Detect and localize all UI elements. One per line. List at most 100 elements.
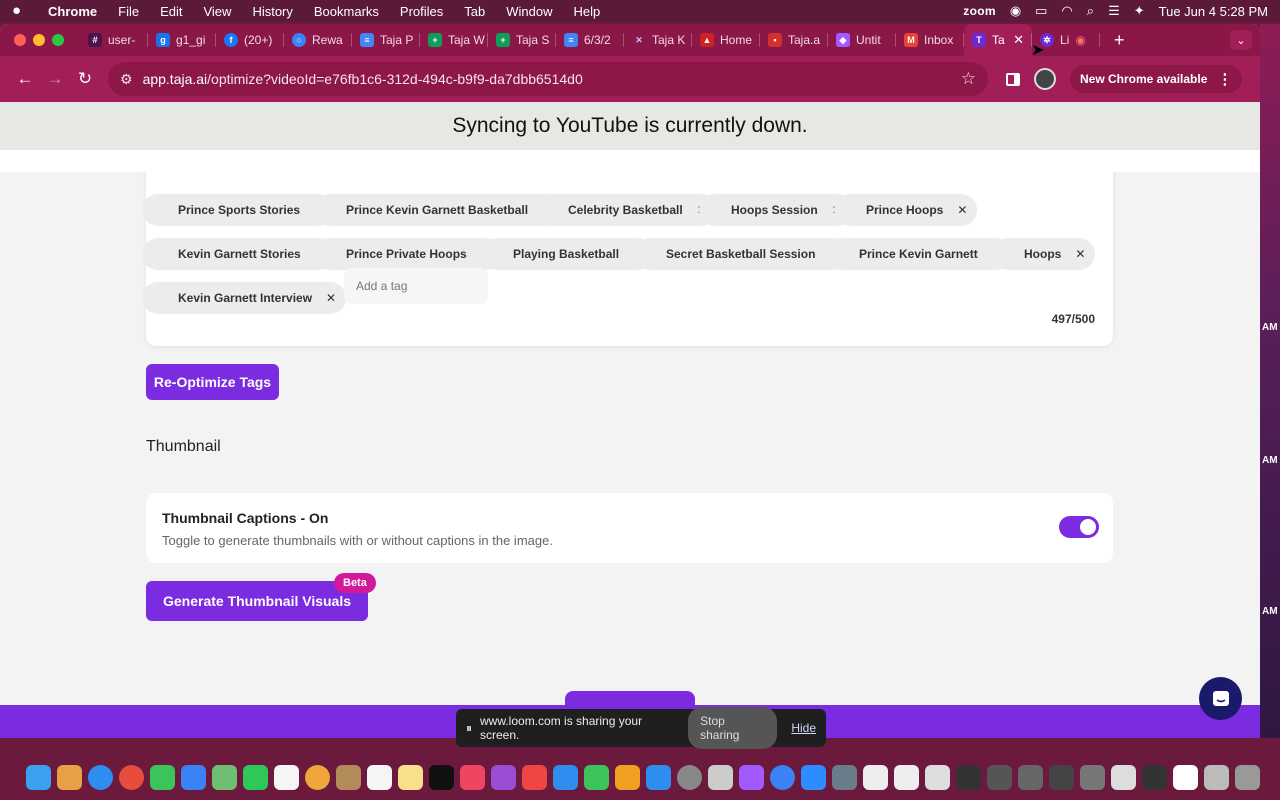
zoom-app-icon[interactable]: [801, 764, 826, 790]
tab-taja-sheet-s[interactable]: + Taja S: [488, 24, 556, 56]
menu-view[interactable]: View: [203, 4, 231, 19]
chrome-icon[interactable]: [119, 764, 144, 790]
podcasts-icon[interactable]: [491, 764, 516, 790]
trash-icon[interactable]: [1235, 764, 1260, 790]
document-icon[interactable]: [925, 764, 950, 790]
notes-icon[interactable]: [398, 764, 423, 790]
document-icon[interactable]: [863, 764, 888, 790]
spotlight-search-icon[interactable]: ⌕: [1087, 3, 1094, 19]
remove-tag-icon[interactable]: ✕: [957, 203, 967, 217]
loom-icon[interactable]: [770, 764, 795, 790]
screenshot-icon[interactable]: [1049, 764, 1074, 790]
tab-taja-a[interactable]: ▪ Taja.a: [760, 24, 828, 56]
siri-icon[interactable]: ✦: [1134, 3, 1145, 19]
tab-taja-active[interactable]: T Ta ✕: [964, 24, 1032, 56]
numbers-icon[interactable]: [584, 764, 609, 790]
figma-icon[interactable]: [739, 764, 764, 790]
menubar-clock[interactable]: Tue Jun 4 5:28 PM: [1159, 4, 1268, 19]
new-tab-button[interactable]: +: [1114, 30, 1125, 51]
side-panel-icon[interactable]: [1006, 72, 1020, 86]
safari-icon[interactable]: [88, 764, 113, 790]
news-icon[interactable]: [522, 764, 547, 790]
add-tag-input[interactable]: [344, 268, 488, 304]
finder-icon[interactable]: [26, 764, 51, 790]
close-tab-icon[interactable]: ✕: [1013, 32, 1024, 48]
document-icon[interactable]: [1204, 764, 1229, 790]
remove-tag-icon[interactable]: ✕: [1075, 247, 1085, 261]
tab-home[interactable]: ▲ Home: [692, 24, 760, 56]
calendar-icon[interactable]: [274, 764, 299, 790]
folder-icon[interactable]: [832, 764, 857, 790]
close-window-button[interactable]: [14, 34, 26, 46]
tab-figma-untitled[interactable]: ◆ Untit: [828, 24, 896, 56]
menu-help[interactable]: Help: [574, 4, 601, 19]
photos-icon[interactable]: [305, 764, 330, 790]
document-icon[interactable]: [894, 764, 919, 790]
tab-rewards[interactable]: ○ Rewa: [284, 24, 352, 56]
tab-gmail-inbox[interactable]: M Inbox: [896, 24, 964, 56]
tab-taja-k[interactable]: ✕ Taja K: [624, 24, 692, 56]
maps-icon[interactable]: [212, 764, 237, 790]
menu-tab[interactable]: Tab: [464, 4, 485, 19]
minimize-window-button[interactable]: [33, 34, 45, 46]
tab-facebook[interactable]: f (20+): [216, 24, 284, 56]
address-bar[interactable]: ⚙ app.taja.ai/optimize?videoId=e76fb1c6-…: [108, 62, 988, 96]
screenshot-icon[interactable]: [987, 764, 1012, 790]
reminders-icon[interactable]: [367, 764, 392, 790]
tag-chip: Kevin Garnett Interview ✕: [142, 282, 347, 314]
tab-search-chevron-icon[interactable]: ⌄: [1230, 30, 1252, 50]
tab-doc-date[interactable]: ≡ 6/3/2: [556, 24, 624, 56]
control-center-icon[interactable]: ☰: [1108, 3, 1120, 19]
contacts-icon[interactable]: [336, 764, 361, 790]
keynote-icon[interactable]: [553, 764, 578, 790]
screenshot-icon[interactable]: [956, 764, 981, 790]
facetime-icon[interactable]: [243, 764, 268, 790]
wifi-icon[interactable]: ◠: [1061, 3, 1072, 19]
document-icon[interactable]: [1173, 764, 1198, 790]
mail-icon[interactable]: [181, 764, 206, 790]
menu-profiles[interactable]: Profiles: [400, 4, 443, 19]
chat-support-button[interactable]: [1199, 677, 1242, 720]
thumbnail-captions-toggle[interactable]: [1059, 516, 1099, 538]
zoom-window-button[interactable]: [52, 34, 64, 46]
zoom-status-item[interactable]: zoom: [963, 4, 996, 18]
pause-icon[interactable]: ⏸: [466, 721, 472, 736]
document-icon[interactable]: [1111, 764, 1136, 790]
tab-taja-sheet-w[interactable]: + Taja W: [420, 24, 488, 56]
menu-file[interactable]: File: [118, 4, 139, 19]
pages-icon[interactable]: [615, 764, 640, 790]
back-arrow-icon[interactable]: ←: [10, 69, 40, 89]
screenshot-icon[interactable]: [1080, 764, 1105, 790]
screenshot-icon[interactable]: [1142, 764, 1167, 790]
menu-bookmarks[interactable]: Bookmarks: [314, 4, 379, 19]
reload-icon[interactable]: ↻: [70, 69, 100, 89]
messages-icon[interactable]: [150, 764, 175, 790]
tab-slack[interactable]: # user-: [80, 24, 148, 56]
apple-menu-icon[interactable]: ●: [12, 3, 26, 19]
kebab-menu-icon[interactable]: ⋮: [1217, 70, 1232, 88]
apple-tv-icon[interactable]: [429, 764, 454, 790]
menu-history[interactable]: History: [252, 4, 292, 19]
tab-taja-doc-p[interactable]: ≡ Taja P: [352, 24, 420, 56]
screenshot-icon[interactable]: [1018, 764, 1043, 790]
tab-g1[interactable]: g g1_gi: [148, 24, 216, 56]
battery-icon[interactable]: ▭: [1035, 3, 1047, 19]
music-icon[interactable]: [460, 764, 485, 790]
menu-edit[interactable]: Edit: [160, 4, 182, 19]
remove-tag-icon[interactable]: ✕: [326, 291, 336, 305]
chrome-update-button[interactable]: New Chrome available ⋮: [1070, 65, 1243, 93]
stop-sharing-button[interactable]: Stop sharing: [688, 707, 778, 749]
profile-avatar[interactable]: [1034, 68, 1056, 90]
airdrop-icon[interactable]: ◉: [1010, 3, 1021, 19]
menu-app-chrome[interactable]: Chrome: [48, 4, 97, 19]
reoptimize-tags-button[interactable]: Re-Optimize Tags: [146, 364, 279, 400]
site-info-icon[interactable]: ⚙: [120, 71, 133, 88]
hide-sharing-bar-link[interactable]: Hide: [791, 721, 816, 735]
bookmark-star-icon[interactable]: ☆: [961, 69, 976, 89]
app-store-icon[interactable]: [646, 764, 671, 790]
forward-arrow-icon[interactable]: →: [40, 69, 70, 89]
system-settings-icon[interactable]: [677, 764, 702, 790]
preview-icon[interactable]: [708, 764, 733, 790]
menu-window[interactable]: Window: [506, 4, 552, 19]
launchpad-icon[interactable]: [57, 764, 82, 790]
